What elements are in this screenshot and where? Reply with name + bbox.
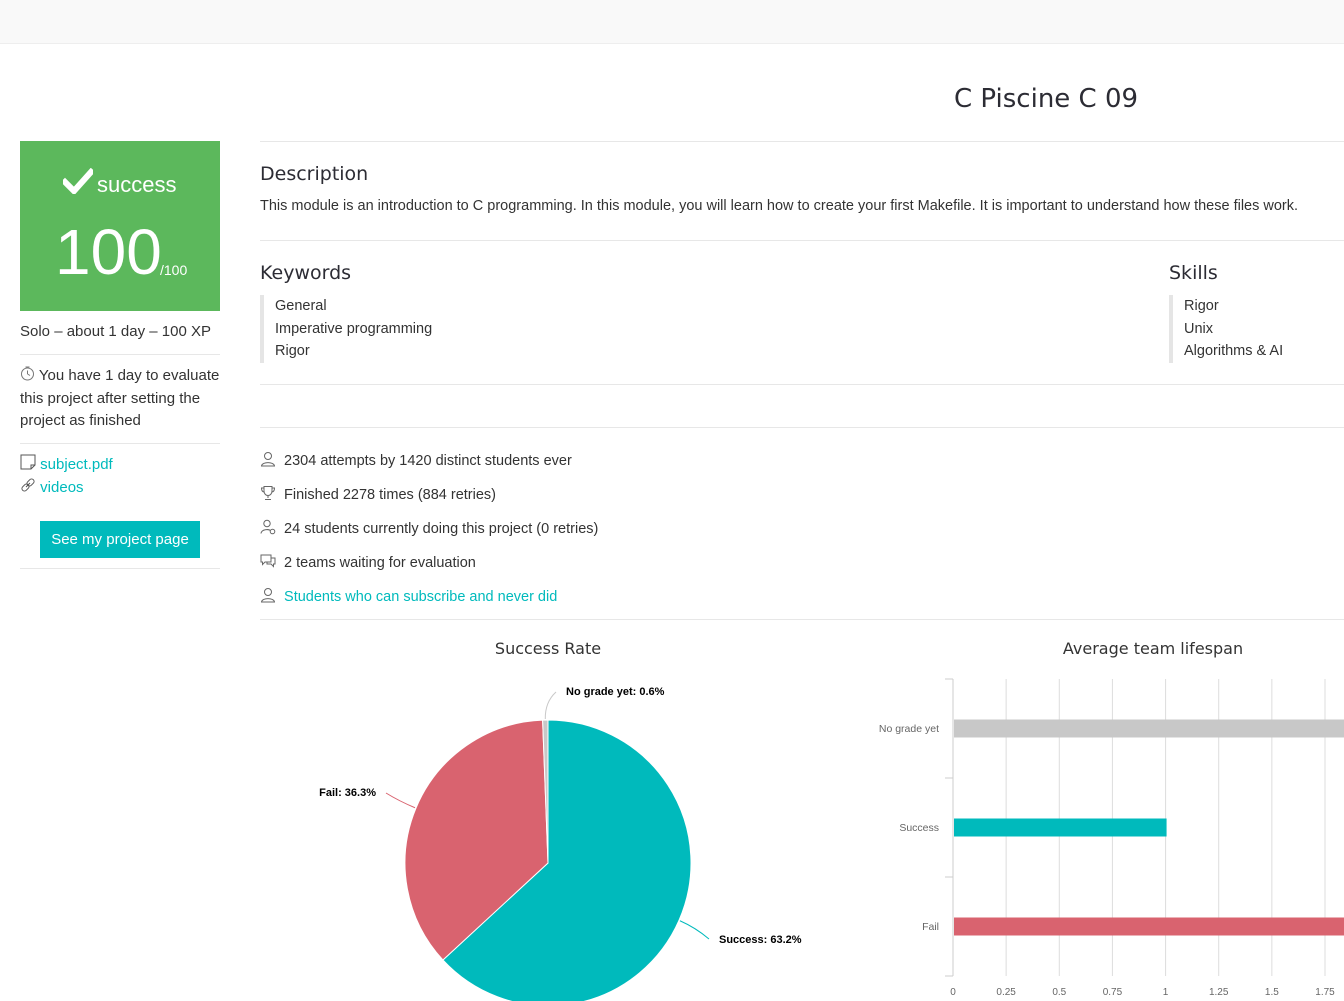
- pie-data-label: No grade yet: 0.6%: [566, 686, 665, 698]
- skill-item: Unix: [1184, 320, 1214, 337]
- x-tick-label: 0.25: [996, 987, 1016, 998]
- evaluate-notice: You have 1 day to evaluate this project …: [20, 365, 220, 433]
- divider: [260, 427, 1344, 428]
- divider: [20, 354, 220, 355]
- success-rate-pie-chart: Success: 63.2% Fail: 36.3% No grade yet: 0…: [319, 686, 802, 1001]
- description-text: This module is an introduction to C prog…: [260, 198, 1299, 214]
- subject-link-label[interactable]: subject.pdf: [40, 456, 113, 473]
- skills-list: Rigor Unix Algorithms & AI: [1169, 295, 1283, 363]
- stat-finished: Finished 2278 times (884 retries): [260, 485, 496, 503]
- pie-connector: [679, 920, 710, 940]
- project-meta: Solo – about 1 day – 100 XP: [20, 323, 211, 340]
- page-title: C Piscine C 09: [954, 84, 1139, 114]
- divider: [20, 443, 220, 444]
- pie-connector: [544, 691, 557, 720]
- team-lifespan-bar-chart: 0 0.25 0.5 0.75 1 1.25 1.5 1.75 No grade yet Succ…: [879, 678, 1344, 998]
- pie-chart-title: Success Rate: [494, 639, 602, 658]
- user-gear-icon: [260, 519, 276, 535]
- top-bar: [0, 0, 1344, 44]
- videos-link-label[interactable]: videos: [40, 479, 83, 496]
- keyword-item: Imperative programming: [275, 320, 433, 337]
- see-project-page-button[interactable]: See my project page: [40, 521, 200, 558]
- bar-no-grade-yet: [954, 719, 1344, 738]
- evaluate-notice-text: You have 1 day to evaluate this project …: [20, 367, 220, 429]
- y-category-label: No grade yet: [879, 723, 939, 735]
- subscribe-link-label[interactable]: Students who can subscribe and never did: [284, 589, 557, 605]
- x-tick-label: 1.75: [1315, 987, 1335, 998]
- pie-data-label: Fail: 36.3%: [319, 787, 376, 799]
- description-heading: Description: [260, 163, 369, 185]
- stat-text: Finished 2278 times (884 retries): [284, 487, 496, 503]
- stat-in-progress: 24 students currently doing this project…: [260, 519, 598, 537]
- user-icon: [260, 588, 276, 603]
- keyword-item: General: [275, 298, 327, 314]
- check-icon: [63, 168, 93, 194]
- x-tick-label: 1.25: [1209, 987, 1229, 998]
- result-max: /100: [160, 262, 188, 278]
- x-tick-label: 1.5: [1265, 987, 1279, 998]
- result-status: success: [97, 172, 177, 197]
- bar-fail: [954, 917, 1344, 936]
- speech-bubbles-icon: [260, 554, 276, 568]
- y-category-label: Fail: [922, 921, 939, 933]
- bar-chart-title: Average team lifespan: [1062, 639, 1244, 658]
- stat-text: 2 teams waiting for evaluation: [284, 555, 476, 571]
- file-icon: [20, 454, 36, 470]
- bar-success: [954, 818, 1167, 837]
- divider: [260, 619, 1344, 620]
- stat-attempts: 2304 attempts by 1420 distinct students …: [260, 451, 572, 469]
- clock-icon: [21, 366, 34, 381]
- stat-text: 2304 attempts by 1420 distinct students …: [284, 453, 572, 469]
- divider: [260, 141, 1344, 142]
- keywords-heading: Keywords: [260, 262, 352, 284]
- x-tick-label: 0.5: [1052, 987, 1066, 998]
- skill-item: Algorithms & AI: [1184, 343, 1284, 359]
- link-icon: [21, 478, 35, 492]
- link-videos[interactable]: videos: [20, 477, 220, 500]
- skills-heading: Skills: [1169, 262, 1218, 284]
- stat-subscribe-link[interactable]: Students who can subscribe and never did: [260, 587, 557, 605]
- x-tick-label: 0: [950, 987, 956, 998]
- divider: [260, 384, 1344, 385]
- stat-text: 24 students currently doing this project…: [284, 521, 599, 537]
- divider: [260, 240, 1344, 241]
- pie-connector: [385, 792, 416, 809]
- pie-data-label: Success: 63.2%: [719, 934, 802, 946]
- link-subject[interactable]: subject.pdf: [20, 454, 220, 477]
- x-tick-label: 1: [1163, 987, 1169, 998]
- result-grade: 100: [55, 216, 162, 288]
- stat-waiting: 2 teams waiting for evaluation: [260, 553, 476, 571]
- y-category-label: Success: [899, 822, 939, 834]
- skill-item: Rigor: [1184, 298, 1219, 314]
- keywords-list: General Imperative programming Rigor: [260, 295, 432, 363]
- trophy-icon: [260, 486, 276, 500]
- user-icon: [260, 452, 276, 467]
- divider: [20, 568, 220, 569]
- x-tick-label: 0.75: [1103, 987, 1123, 998]
- keyword-item: Rigor: [275, 343, 310, 359]
